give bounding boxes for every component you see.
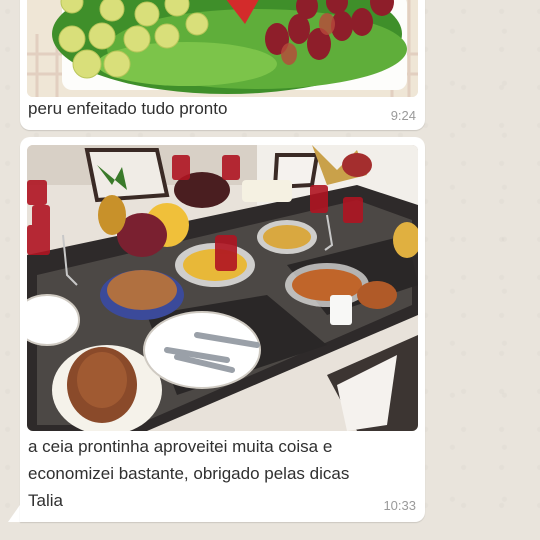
- message-timestamp: 9:24: [390, 108, 416, 123]
- caption-line: economizei bastante, obrigado pelas dica…: [28, 464, 350, 483]
- caption-line: a ceia prontinha aproveitei muita coisa …: [28, 437, 333, 456]
- message-photo[interactable]: [27, 145, 418, 431]
- message-bubble[interactable]: peru enfeitado tudo pronto 9:24: [20, 0, 425, 130]
- caption-line: Talia: [28, 491, 63, 510]
- message-photo[interactable]: [27, 0, 418, 97]
- message-caption: peru enfeitado tudo pronto: [28, 99, 228, 118]
- message-bubble[interactable]: a ceia prontinha aproveitei muita coisa …: [20, 137, 425, 522]
- message-timestamp: 10:33: [383, 498, 416, 513]
- message-caption: a ceia prontinha aproveitei muita coisa …: [28, 433, 365, 514]
